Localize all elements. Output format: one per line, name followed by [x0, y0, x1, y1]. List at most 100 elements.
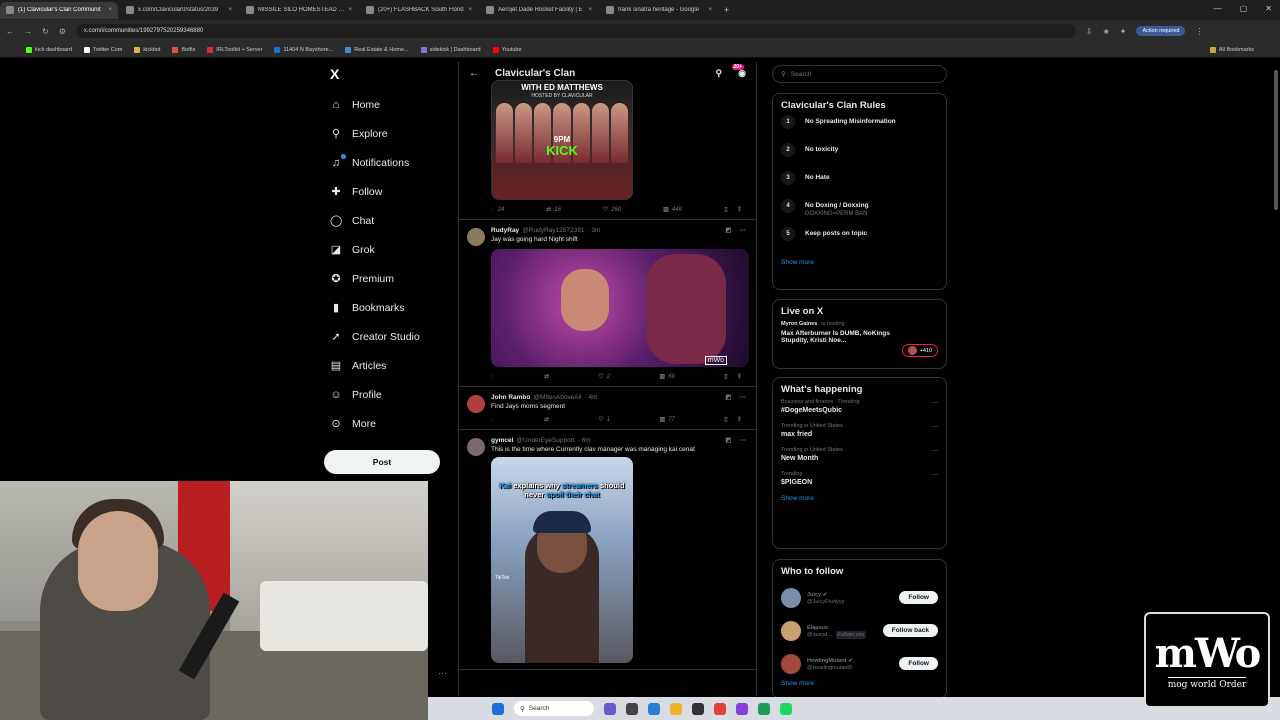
rules-show-more[interactable]: Show more	[781, 259, 938, 266]
nav-item-grok[interactable]: ◪ Grok	[324, 235, 444, 264]
share-icon[interactable]: ⇪	[737, 206, 742, 213]
nav-item-more[interactable]: ⊙ More	[324, 409, 444, 438]
trend-item[interactable]: Business and finance · Trending #DogeMeet…	[781, 399, 938, 414]
bookmark-item[interactable]: Botfix	[172, 46, 195, 53]
trends-show-more[interactable]: Show more	[781, 495, 938, 502]
timestamp[interactable]: · 6m	[578, 437, 591, 444]
tweet[interactable]: John Rambo @MItesAboveAll · 4m ◩ ⋯ Find J…	[459, 387, 756, 430]
browser-tab[interactable]: (20+) FLASHBACK South Florid ×	[360, 2, 478, 19]
overflow-icon[interactable]: ⋯	[438, 668, 447, 679]
live-on-x[interactable]: Live on X Myron Gaines is hosting Max Aft…	[772, 299, 947, 369]
timestamp[interactable]: · 4m	[585, 394, 598, 401]
bookmark-item[interactable]: 11404 N Bayshore...	[274, 46, 333, 53]
reply-button[interactable]: ◌ 24	[491, 206, 504, 213]
views-button[interactable]: ▥ 69	[660, 373, 675, 381]
bookmark-item[interactable]: IRLToolkit + Server	[207, 46, 262, 53]
discord-icon[interactable]	[736, 702, 748, 715]
trend-item[interactable]: Trending $PIGEON ⋯	[781, 471, 938, 486]
follow-suggestion[interactable]: HowlingMutant ✔ @Howlingmutant8 Follow	[781, 647, 938, 680]
follow-button[interactable]: Follow	[899, 591, 938, 604]
app-icon[interactable]	[604, 702, 616, 715]
avatar[interactable]	[467, 228, 485, 246]
spotify-icon[interactable]	[780, 702, 792, 715]
reload-icon[interactable]: ↻	[42, 27, 49, 36]
tweet-video[interactable]: Kai explains why streamers should never …	[491, 457, 633, 663]
like-button[interactable]: ♡ 260	[603, 206, 621, 214]
more-icon[interactable]: ⋯	[931, 399, 938, 407]
star-icon[interactable]: ★	[1103, 27, 1110, 36]
tweet-media[interactable]: WITH ED MATTHEWS HOSTED BY CLAVICULAR 9P…	[491, 80, 633, 200]
avatar[interactable]	[781, 620, 801, 641]
bookmark-item[interactable]: Twitter Com	[84, 46, 122, 53]
url-input[interactable]: x.com/i/communities/1992797520259346880	[75, 24, 1076, 38]
extensions-icon[interactable]: ✦	[1120, 27, 1127, 36]
author-handle[interactable]: @RudyRay12572391	[522, 227, 584, 234]
nav-item-bookmarks[interactable]: ▮ Bookmarks	[324, 293, 444, 322]
nav-item-premium[interactable]: ✪ Premium	[324, 264, 444, 293]
site-info-icon[interactable]: ⚙	[59, 27, 66, 36]
browser-tab[interactable]: (1) Clavicular's Clan Communit ×	[0, 1, 118, 19]
trend-item[interactable]: Trending in United States New Month ⋯	[781, 447, 938, 462]
views-button[interactable]: ▥ 77	[660, 416, 675, 424]
browser-tab[interactable]: Aerojet Dade Rocket Facility | E ×	[480, 2, 598, 19]
action-required-button[interactable]: Action required	[1136, 26, 1186, 36]
close-icon[interactable]: ✕	[1265, 4, 1272, 13]
share-icon[interactable]: ⇪	[737, 373, 742, 380]
reply-button[interactable]: ◌	[491, 416, 495, 423]
new-tab-icon[interactable]: +	[724, 5, 729, 15]
author-name[interactable]: John Rambo	[491, 394, 530, 401]
bookmark-item[interactable]: sidekick | Dashboard	[420, 46, 481, 53]
x-logo[interactable]: X	[330, 66, 444, 82]
author-name[interactable]: RudyRay	[491, 227, 519, 234]
task-view-icon[interactable]	[626, 702, 638, 715]
close-tab-icon[interactable]: ×	[108, 7, 112, 13]
tweet-video[interactable]: mWo	[491, 249, 749, 367]
close-tab-icon[interactable]: ×	[588, 7, 592, 13]
rule-item[interactable]: 2 No toxicity	[781, 143, 938, 171]
browser-tab[interactable]: x.com/Clavicular0/status/2039 ×	[120, 2, 238, 19]
rule-item[interactable]: 3 No Hate	[781, 171, 938, 199]
more-icon[interactable]: ⋯	[740, 226, 747, 234]
nav-item-creator-studio[interactable]: ➚ Creator Studio	[324, 322, 444, 351]
bookmark-item[interactable]: Real Estate & Home...	[345, 46, 409, 53]
close-tab-icon[interactable]: ×	[228, 7, 232, 13]
avatar[interactable]	[781, 587, 801, 608]
install-icon[interactable]: ⇩	[1086, 27, 1093, 36]
author-handle[interactable]: @MItesAboveAll	[533, 394, 581, 401]
browser-tab[interactable]: MISSILE SILO HOMESTEAD - G ×	[240, 2, 358, 19]
post-button[interactable]: Post	[324, 450, 440, 474]
grok-icon[interactable]: ◩	[725, 436, 731, 444]
close-tab-icon[interactable]: ×	[708, 7, 712, 13]
bookmark-item[interactable]: kickbot	[134, 46, 160, 53]
windows-start-icon[interactable]	[492, 702, 504, 715]
avatar[interactable]	[781, 653, 801, 674]
like-button[interactable]: ♡ 1	[598, 416, 610, 424]
more-icon[interactable]: ⋯	[931, 471, 938, 479]
bookmark-icon[interactable]: ▯	[724, 373, 727, 380]
trend-item[interactable]: Trending in United States max fried ⋯	[781, 423, 938, 438]
back-arrow-icon[interactable]: ←	[469, 68, 479, 79]
excel-icon[interactable]	[758, 702, 770, 715]
close-tab-icon[interactable]: ×	[348, 7, 352, 13]
nav-item-explore[interactable]: ⚲ Explore	[324, 119, 444, 148]
tweet[interactable]: RudyRay @RudyRay12572391 · 3m ◩ ⋯ Jay was…	[459, 220, 756, 387]
rule-item[interactable]: 1 No Spreading Misinformation	[781, 115, 938, 143]
file-explorer-icon[interactable]	[670, 702, 682, 715]
grok-icon[interactable]: ◩	[725, 393, 731, 401]
bookmark-icon[interactable]: ▯	[724, 416, 727, 423]
close-tab-icon[interactable]: ×	[468, 7, 472, 13]
repost-button[interactable]: ⇄	[544, 416, 549, 423]
minimize-icon[interactable]: —	[1214, 4, 1222, 13]
author-handle[interactable]: @UnderEyeSupport	[516, 437, 574, 444]
obs-icon[interactable]	[692, 702, 704, 715]
search-input[interactable]: ⚲ Search	[772, 65, 947, 83]
scrollbar[interactable]	[1274, 70, 1278, 210]
more-icon[interactable]: ⋯	[931, 423, 938, 431]
tweet[interactable]: WITH ED MATTHEWS HOSTED BY CLAVICULAR 9P…	[459, 80, 756, 220]
rule-item[interactable]: 5 Keep posts on topic	[781, 227, 938, 255]
forward-icon[interactable]: →	[24, 27, 32, 36]
follow-button[interactable]: Follow	[899, 657, 938, 670]
nav-item-follow[interactable]: ✚ Follow	[324, 177, 444, 206]
search-icon[interactable]: ⚲	[716, 68, 723, 79]
more-icon[interactable]: ⋯	[740, 393, 747, 401]
